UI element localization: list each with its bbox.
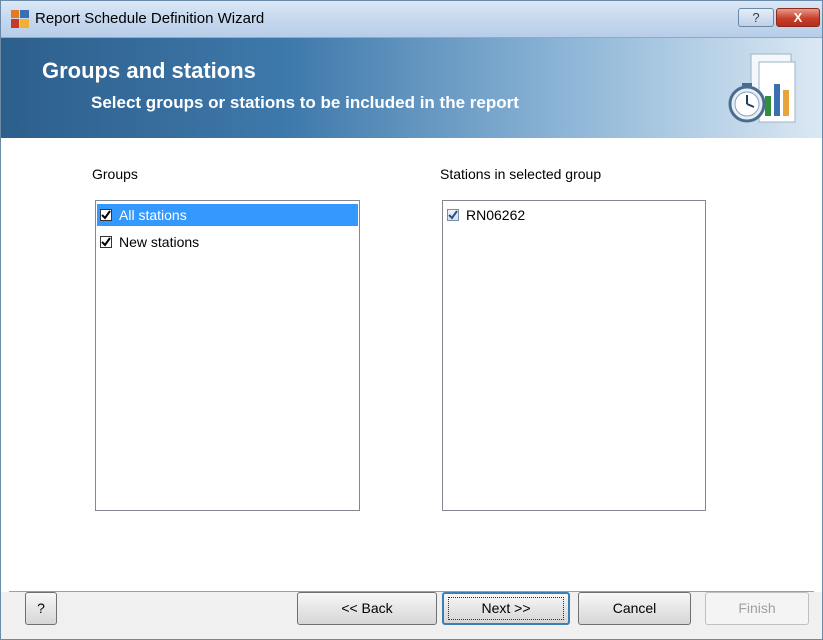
title-bar[interactable]: Report Schedule Definition Wizard ? X	[1, 1, 822, 38]
wizard-window: Report Schedule Definition Wizard ? X Gr…	[0, 0, 823, 640]
stations-listbox[interactable]: RN06262	[442, 200, 706, 511]
title-close-button[interactable]: X	[776, 8, 820, 27]
page-subtitle: Select groups or stations to be included…	[91, 93, 519, 112]
group-all-stations-checkbox[interactable]	[100, 209, 112, 221]
title-help-button[interactable]: ?	[738, 8, 774, 27]
next-button[interactable]: Next >>	[442, 592, 570, 625]
cancel-button[interactable]: Cancel	[578, 592, 691, 625]
focus-rectangle	[448, 597, 564, 620]
help-button[interactable]: ?	[25, 592, 57, 625]
wizard-header-banner: Groups and stations Select groups or sta…	[1, 38, 822, 138]
groups-label: Groups	[92, 166, 138, 182]
back-button[interactable]: << Back	[297, 592, 437, 625]
checkmark-icon	[101, 210, 111, 220]
checkmark-icon	[448, 210, 458, 220]
group-item-new-stations[interactable]: New stations	[97, 231, 358, 253]
page-title: Groups and stations	[42, 58, 256, 83]
window-title: Report Schedule Definition Wizard	[35, 10, 265, 27]
report-schedule-icon	[728, 53, 796, 123]
groups-listbox[interactable]: All stations New stations	[95, 200, 360, 511]
checkmark-icon	[101, 237, 111, 247]
group-item-all-stations[interactable]: All stations	[97, 204, 358, 226]
station-rn06262-checkbox[interactable]	[447, 209, 459, 221]
station-item-label: RN06262	[466, 207, 526, 223]
group-new-stations-checkbox[interactable]	[100, 236, 112, 248]
stations-label: Stations in selected group	[440, 166, 602, 182]
station-item-rn06262[interactable]: RN06262	[444, 204, 704, 226]
wizard-footer: ? << Back Next >> Cancel Finish	[1, 592, 822, 639]
group-item-label: All stations	[119, 207, 187, 223]
finish-button[interactable]: Finish	[705, 592, 809, 625]
group-item-label: New stations	[119, 234, 200, 250]
app-logo-icon	[11, 10, 29, 28]
